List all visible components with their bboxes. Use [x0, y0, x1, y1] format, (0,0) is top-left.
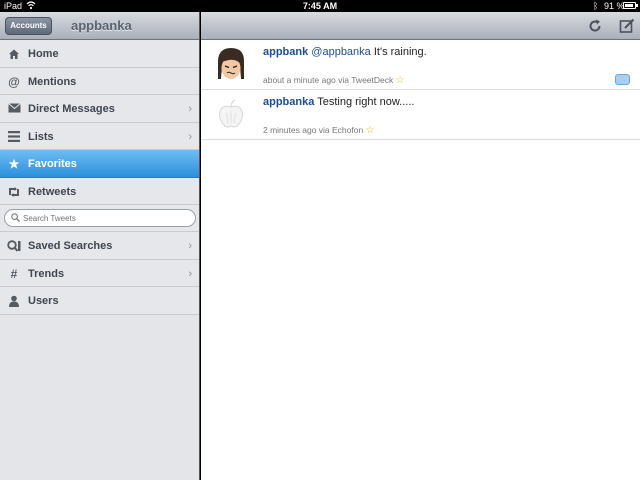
refresh-icon — [589, 19, 601, 32]
refresh-button[interactable] — [587, 18, 603, 34]
tweet-row[interactable]: appbanka Testing right now..... 2 minute… — [201, 90, 640, 140]
sidebar-item-label: Direct Messages — [28, 103, 115, 115]
sidebar-header: Accounts appbanka — [0, 12, 199, 40]
conversation-bubble-icon[interactable] — [615, 74, 630, 85]
compose-icon — [619, 18, 635, 33]
home-icon — [7, 48, 21, 60]
tweet-username[interactable]: appbanka — [263, 96, 314, 108]
sidebar-item-retweets[interactable]: Retweets — [0, 177, 199, 205]
battery-percent: 91 % — [604, 1, 625, 11]
tweet-header: appbanka Testing right now..... — [263, 96, 414, 108]
tweet-time: 2 minutes ago via Echofon — [263, 125, 364, 135]
user-icon — [7, 295, 21, 307]
search-row — [0, 205, 199, 232]
search-input[interactable] — [23, 211, 191, 225]
account-title: appbanka — [71, 18, 132, 33]
sidebar-item-label: Lists — [28, 130, 54, 143]
favorite-star-icon[interactable]: ☆ — [396, 75, 405, 86]
sidebar-item-home[interactable]: Home — [0, 40, 199, 68]
tweet-mention[interactable]: @appbanka — [311, 46, 371, 58]
tweet-row[interactable]: appbank @appbanka It's raining. about a … — [201, 40, 640, 90]
app-root: iPad 7:45 AM ᛒ 91 % Accounts appbanka Ho… — [0, 0, 640, 480]
search-field[interactable] — [4, 209, 196, 227]
sidebar-menu: Home @ Mentions Direct Messages › Lists … — [0, 40, 199, 205]
hash-icon: # — [10, 266, 18, 281]
sidebar-item-label: Mentions — [28, 75, 77, 88]
tweet-username[interactable]: appbank — [263, 46, 308, 58]
sidebar-item-label: Users — [28, 295, 59, 307]
bluetooth-icon: ᛒ — [593, 1, 599, 11]
sidebar-item-saved-searches[interactable]: Saved Searches › — [0, 232, 199, 260]
chevron-right-icon: › — [188, 103, 192, 115]
star-icon: ★ — [8, 157, 20, 171]
sidebar-item-label: Saved Searches — [28, 240, 113, 252]
sidebar-item-mentions[interactable]: @ Mentions — [0, 67, 199, 95]
sidebar-item-favorites[interactable]: ★ Favorites — [0, 150, 199, 178]
envelope-icon — [7, 103, 21, 115]
battery-fill — [625, 4, 634, 7]
retweet-icon — [7, 186, 21, 198]
sidebar-item-users[interactable]: Users — [0, 287, 199, 315]
sidebar-item-label: Retweets — [28, 185, 77, 198]
tweet-meta: about a minute ago via TweetDeck ☆ — [263, 75, 405, 86]
avatar — [213, 96, 249, 132]
search-icon — [11, 213, 20, 222]
list-icon — [7, 130, 21, 143]
sidebar-item-label: Trends — [28, 267, 65, 280]
at-icon: @ — [8, 74, 20, 89]
avatar — [213, 46, 249, 82]
sidebar-item-label: Favorites — [28, 158, 77, 170]
favorite-star-icon[interactable]: ☆ — [366, 125, 375, 136]
sidebar-item-trends[interactable]: # Trends › — [0, 259, 199, 287]
compose-button[interactable] — [619, 18, 635, 34]
chevron-right-icon: › — [188, 130, 192, 143]
sidebar-item-lists[interactable]: Lists › — [0, 122, 199, 150]
main-pane: appbank @appbanka It's raining. about a … — [201, 12, 640, 480]
tweet-meta: 2 minutes ago via Echofon ☆ — [263, 125, 375, 136]
chevron-right-icon: › — [188, 240, 192, 252]
battery-icon — [623, 2, 638, 9]
tweet-time: about a minute ago via TweetDeck — [263, 75, 394, 85]
sidebar-menu-secondary: Saved Searches › # Trends › Users — [0, 232, 199, 315]
saved-search-icon — [7, 240, 21, 252]
tweet-text: Testing right now..... — [317, 96, 415, 108]
tweet-header: appbank @appbanka It's raining. — [263, 46, 427, 58]
chevron-right-icon: › — [188, 267, 192, 280]
clock: 7:45 AM — [302, 1, 338, 11]
accounts-button[interactable]: Accounts — [5, 17, 52, 35]
sidebar-item-direct-messages[interactable]: Direct Messages › — [0, 95, 199, 123]
tweet-text: It's raining. — [373, 46, 427, 58]
sidebar-item-label: Home — [28, 48, 59, 60]
sidebar: Accounts appbanka Home @ Mentions Direct… — [0, 12, 200, 480]
main-header — [201, 12, 640, 40]
status-bar: iPad 7:45 AM ᛒ 91 % — [0, 0, 640, 12]
